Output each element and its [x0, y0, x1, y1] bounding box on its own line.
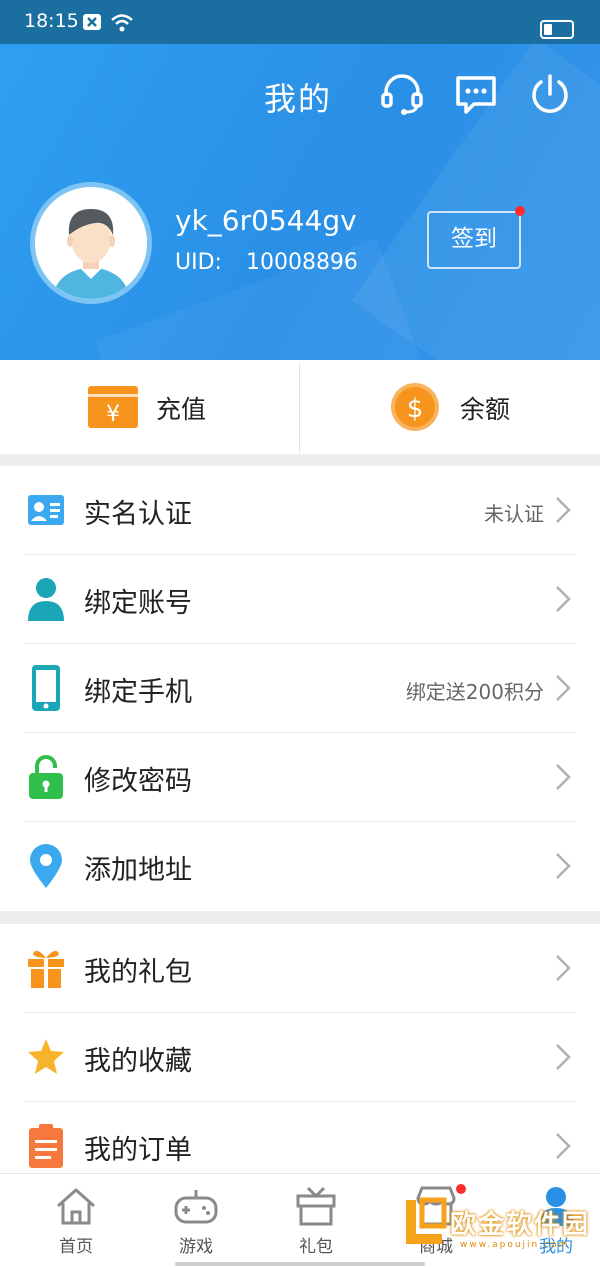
home-indicator: [175, 1262, 425, 1266]
signin-label: 签到: [451, 226, 497, 252]
menu-label: 绑定手机: [84, 677, 192, 708]
watermark-url: www.apoujin.com: [460, 1240, 570, 1250]
chevron-right-icon: [556, 764, 571, 790]
username: yk_6r0544gv: [175, 204, 357, 237]
message-icon[interactable]: [454, 72, 498, 116]
tab-gifts[interactable]: 礼包: [256, 1174, 376, 1268]
page-title: 我的: [264, 80, 333, 118]
avatar-image: [35, 187, 147, 299]
tab-label: 游戏: [179, 1237, 213, 1257]
menu-item-add-address[interactable]: 添加地址: [0, 822, 600, 911]
gift-icon: [26, 946, 66, 990]
profile-header: 我的 yk_6r0544gv UID: 10008896 签到: [0, 44, 600, 360]
uid-value: 10008896: [245, 250, 358, 275]
power-icon[interactable]: [528, 72, 572, 116]
watermark-logo-icon: [406, 1197, 447, 1244]
gamepad-icon: [174, 1190, 218, 1224]
customer-service-icon[interactable]: [380, 72, 424, 116]
chevron-right-icon: [556, 853, 571, 879]
avatar[interactable]: [30, 182, 152, 304]
phone-icon: [26, 665, 66, 711]
status-bar: 18:15: [0, 0, 600, 44]
user-icon: [26, 577, 66, 621]
id-card-icon: [26, 488, 66, 532]
menu-item-real-name[interactable]: 实名认证 未认证: [0, 466, 600, 555]
chevron-right-icon: [556, 1044, 571, 1070]
gift-box-icon: [296, 1186, 336, 1226]
watermark-logo: 欧金软件园 www.apoujin.com: [402, 1190, 600, 1254]
menu-label: 添加地址: [84, 855, 192, 886]
star-icon: [26, 1035, 66, 1079]
menu-item-change-password[interactable]: 修改密码: [0, 733, 600, 822]
svg-text:¥: ¥: [106, 402, 120, 427]
svg-text:$: $: [407, 394, 424, 424]
uid-row: UID: 10008896: [175, 250, 358, 275]
balance-button[interactable]: $ 余额: [300, 360, 600, 454]
chevron-right-icon: [556, 497, 571, 523]
battery-icon: [540, 20, 574, 39]
menu-label: 我的收藏: [84, 1046, 192, 1077]
uid-label: UID:: [175, 250, 222, 275]
wallet-row: ¥ 充值 $ 余额: [0, 360, 600, 454]
recharge-label: 充值: [156, 395, 207, 424]
location-pin-icon: [26, 844, 66, 888]
tab-games[interactable]: 游戏: [136, 1174, 256, 1268]
menu-item-bind-phone[interactable]: 绑定手机 绑定送200积分: [0, 644, 600, 733]
status-icons: [82, 13, 134, 33]
chevron-right-icon: [556, 675, 571, 701]
menu-label: 修改密码: [84, 766, 192, 797]
menu-label: 绑定账号: [84, 588, 192, 619]
menu-item-my-favorites[interactable]: 我的收藏: [0, 1013, 600, 1102]
section-gap: [0, 911, 600, 924]
tab-label: 礼包: [299, 1237, 333, 1257]
wifi-icon: [111, 14, 133, 32]
chevron-right-icon: [556, 1133, 571, 1159]
recharge-wallet-icon: ¥: [88, 386, 138, 428]
tab-home[interactable]: 首页: [16, 1174, 136, 1268]
balance-label: 余额: [460, 395, 511, 424]
signin-button[interactable]: 签到: [427, 206, 525, 269]
balance-coin-icon: $: [391, 383, 439, 431]
menu-label: 我的礼包: [84, 957, 192, 988]
chevron-right-icon: [556, 586, 571, 612]
watermark-text: 欧金软件园: [450, 1210, 591, 1240]
menu-label: 实名认证: [84, 499, 192, 530]
menu-value: 未认证: [484, 502, 544, 526]
lock-icon: [26, 755, 66, 799]
status-time: 18:15: [24, 10, 79, 32]
home-icon: [57, 1188, 95, 1225]
signin-notification-dot: [515, 206, 525, 216]
menu-item-bind-account[interactable]: 绑定账号: [0, 555, 600, 644]
notification-x-icon: [83, 14, 101, 30]
tab-label: 首页: [59, 1237, 93, 1257]
section-gap: [0, 454, 600, 466]
menu-item-my-gifts[interactable]: 我的礼包: [0, 924, 600, 1013]
clipboard-icon: [26, 1124, 66, 1168]
chevron-right-icon: [556, 955, 571, 981]
recharge-button[interactable]: ¥ 充值: [0, 360, 300, 454]
menu-value: 绑定送200积分: [405, 680, 544, 704]
menu-label: 我的订单: [84, 1135, 192, 1166]
